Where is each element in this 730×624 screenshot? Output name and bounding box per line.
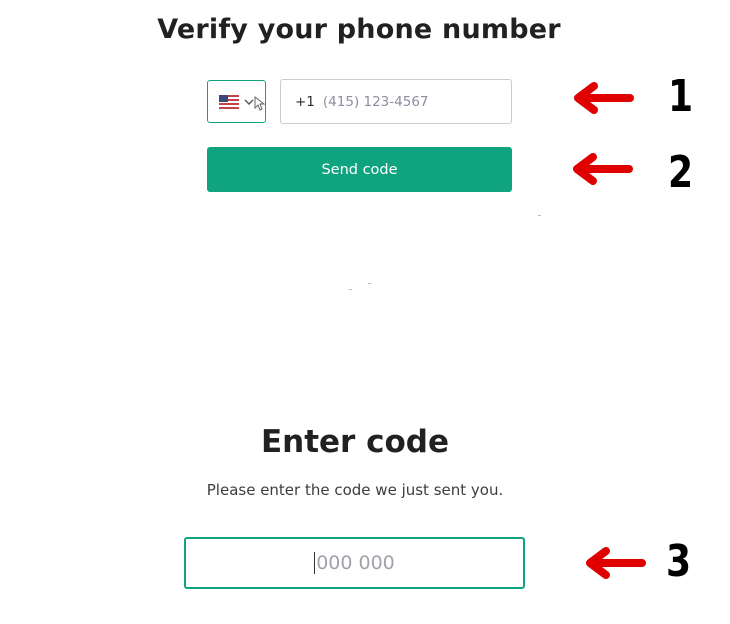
verification-code-input[interactable]: 000 000 — [184, 537, 525, 589]
arrow-left-icon — [574, 82, 634, 114]
us-flag-icon — [219, 94, 239, 109]
send-code-label: Send code — [321, 161, 398, 178]
send-code-button[interactable]: Send code — [207, 147, 512, 192]
arrow-left-icon — [573, 153, 633, 185]
arrow-left-icon — [586, 547, 646, 579]
mouse-cursor-icon — [254, 96, 265, 111]
enter-code-title: Enter code — [260, 424, 450, 460]
phone-number-input[interactable]: +1 (415) 123-4567 — [280, 79, 512, 124]
marker-3: 3 — [666, 536, 692, 587]
text-caret — [314, 552, 316, 574]
chevron-down-icon — [244, 99, 254, 105]
marker-2: 2 — [668, 147, 694, 198]
enter-code-subtitle: Please enter the code we just sent you. — [206, 481, 504, 499]
page-title: Verify your phone number — [157, 14, 561, 45]
speck — [349, 289, 352, 290]
phone-placeholder: (415) 123-4567 — [322, 93, 429, 110]
phone-prefix: +1 — [295, 93, 315, 110]
code-placeholder: 000 000 — [316, 552, 395, 574]
speck — [538, 215, 541, 216]
marker-1: 1 — [668, 71, 694, 122]
speck — [368, 283, 371, 284]
